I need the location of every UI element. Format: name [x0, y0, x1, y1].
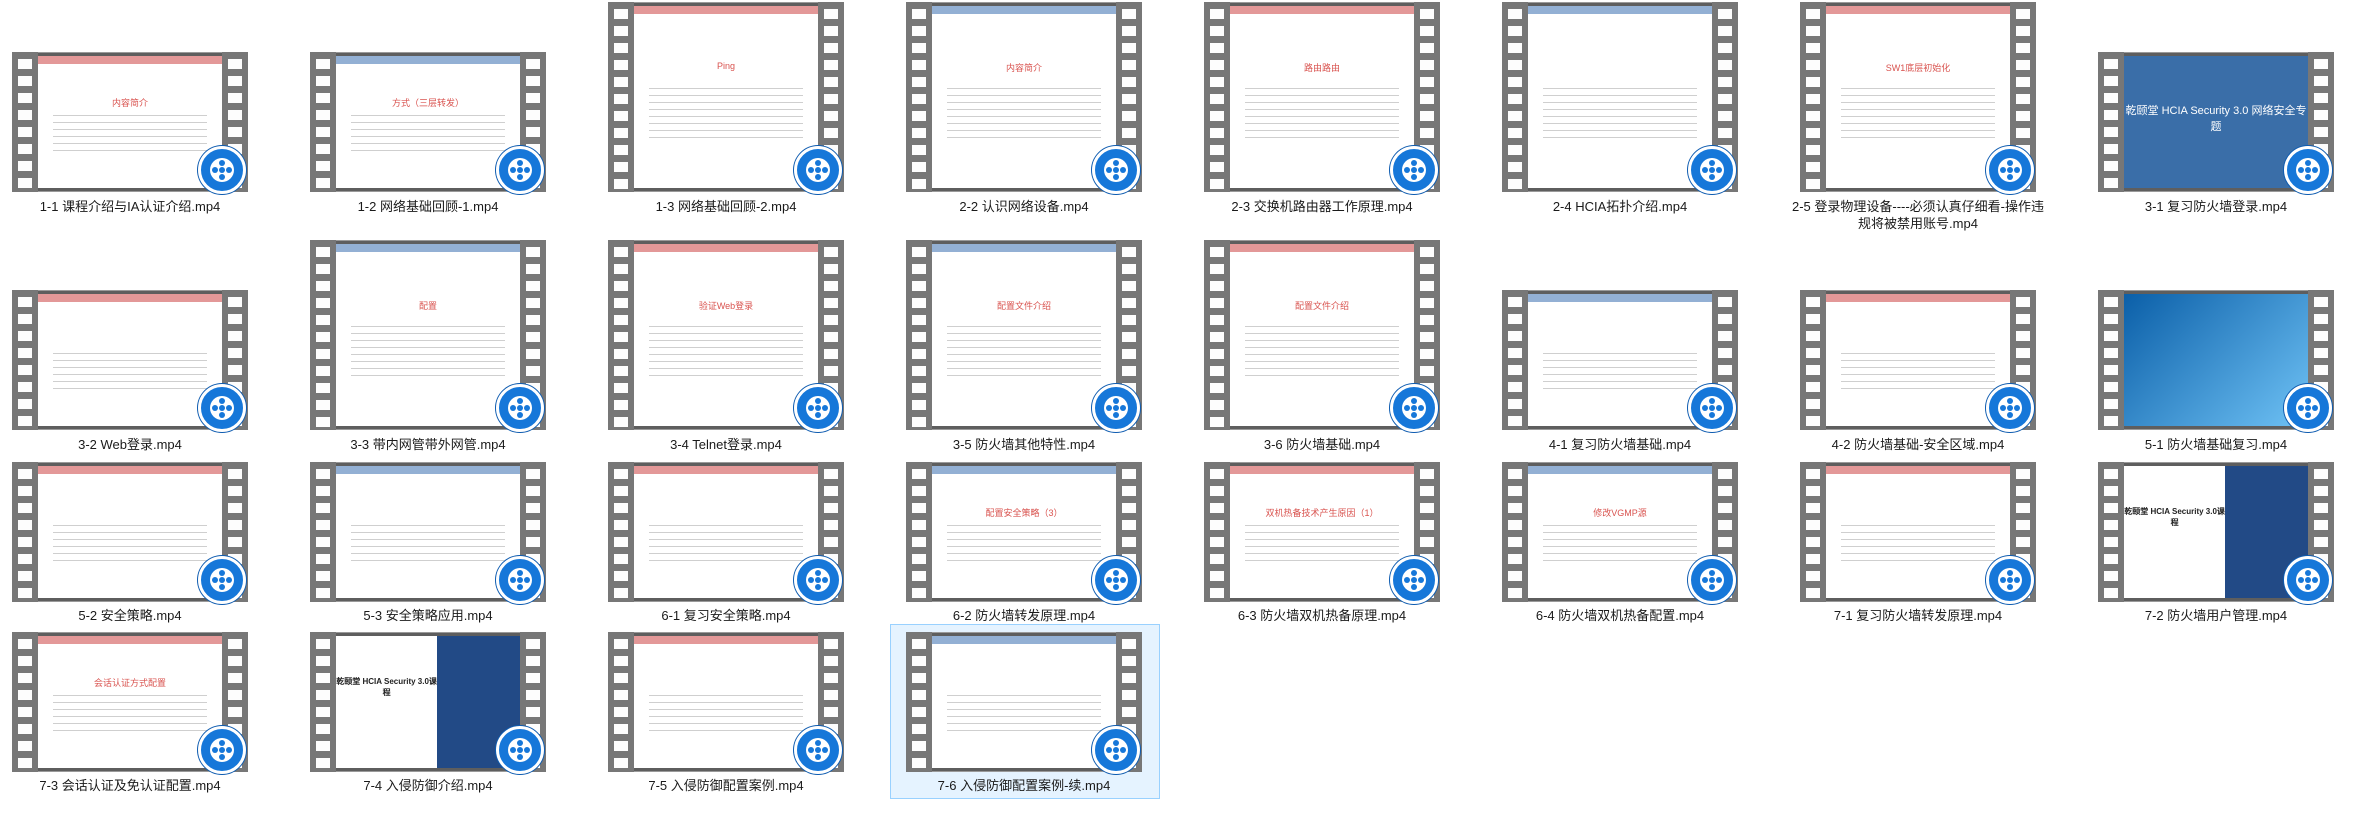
- window-toolbar: [1826, 466, 2010, 474]
- film-reel-icon: [508, 738, 532, 762]
- thumbnail-slide-title: 双机热备技术产生原因（1）: [1265, 507, 1379, 518]
- file-name-label[interactable]: 7-1 复习防火墙转发原理.mp4: [1790, 607, 2046, 624]
- film-reel-icon: [1998, 568, 2022, 592]
- slide-text-lines: [1840, 525, 1996, 565]
- file-name-label[interactable]: 6-3 防火墙双机热备原理.mp4: [1194, 607, 1450, 624]
- file-name-label[interactable]: 7-2 防火墙用户管理.mp4: [2088, 607, 2344, 624]
- film-sprocket-strip: [2098, 462, 2124, 602]
- thumbnail-screen: 乾颐堂 HCIA Security 3.0课程: [336, 636, 520, 768]
- video-file-tile[interactable]: 会话认证方式配置 7-3 会话认证及免认证配置.mp4: [2, 0, 258, 825]
- video-thumbnail: 乾颐堂 HCIA Security 3.0课程: [310, 632, 546, 774]
- film-sprocket-strip: [12, 632, 38, 772]
- slide-text-lines: [52, 695, 208, 735]
- film-sprocket-strip: [1502, 462, 1528, 602]
- video-file-tile[interactable]: 乾颐堂 HCIA Security 3.0课程 7-4 入侵防御介绍.mp4: [300, 0, 556, 825]
- video-file-tile[interactable]: 7-6 入侵防御配置案例-续.mp4: [890, 0, 1160, 825]
- thumbnail-screen: [634, 636, 818, 768]
- video-thumbnail: [1800, 462, 2036, 604]
- video-thumbnail: [906, 632, 1142, 774]
- video-file-tile[interactable]: 修改VGMP源 6-4 防火墙双机热备配置.mp4: [1492, 0, 1748, 825]
- thumbnail-slide-title: 会话认证方式配置: [93, 677, 166, 688]
- slide-text-lines: [1244, 525, 1400, 565]
- window-toolbar: [634, 636, 818, 644]
- video-thumbnail: 乾颐堂 HCIA Security 3.0课程: [2098, 462, 2334, 604]
- file-name-label[interactable]: 6-4 防火墙双机热备配置.mp4: [1492, 607, 1748, 624]
- window-toolbar: [1230, 466, 1414, 474]
- thumbnail-screen: 会话认证方式配置: [38, 636, 222, 768]
- video-thumbnail: [608, 632, 844, 774]
- film-sprocket-strip: [1204, 462, 1230, 602]
- film-reel-icon: [1402, 568, 1426, 592]
- video-thumbnail: 双机热备技术产生原因（1）: [1204, 462, 1440, 604]
- film-reel-icon: [2296, 568, 2320, 592]
- video-thumbnail: 会话认证方式配置: [12, 632, 248, 774]
- video-thumbnail: 修改VGMP源: [1502, 462, 1738, 604]
- thumbnail-screen: [1826, 466, 2010, 598]
- film-reel-icon: [806, 738, 830, 762]
- video-player-badge-icon: [496, 726, 544, 774]
- film-sprocket-strip: [608, 632, 634, 772]
- video-player-badge-icon: [1986, 556, 2034, 604]
- video-file-tile[interactable]: 7-1 复习防火墙转发原理.mp4: [1790, 0, 2046, 825]
- thumbnail-screen: 修改VGMP源: [1528, 466, 1712, 598]
- video-file-tile[interactable]: 双机热备技术产生原因（1） 6-3 防火墙双机热备原理.mp4: [1194, 0, 1450, 825]
- film-sprocket-strip: [310, 632, 336, 772]
- thumbnail-screen: [932, 636, 1116, 768]
- file-name-label[interactable]: 7-6 入侵防御配置案例-续.mp4: [896, 777, 1152, 794]
- file-name-label[interactable]: 7-3 会话认证及免认证配置.mp4: [2, 777, 258, 794]
- film-reel-icon: [1104, 738, 1128, 762]
- film-sprocket-strip: [906, 632, 932, 772]
- window-toolbar: [38, 636, 222, 644]
- window-toolbar: [1528, 466, 1712, 474]
- video-player-badge-icon: [794, 726, 842, 774]
- slide-text-lines: [946, 695, 1102, 735]
- file-name-label[interactable]: 7-4 入侵防御介绍.mp4: [300, 777, 556, 794]
- film-sprocket-strip: [1800, 462, 1826, 602]
- thumbnail-screen: 双机热备技术产生原因（1）: [1230, 466, 1414, 598]
- thumbnail-slide-title: 乾颐堂 HCIA Security 3.0课程: [2124, 506, 2225, 527]
- thumbnail-slide-title: 修改VGMP源: [1593, 507, 1647, 518]
- video-file-tile[interactable]: 7-5 入侵防御配置案例.mp4: [598, 0, 854, 825]
- video-player-badge-icon: [2284, 556, 2332, 604]
- thumbnail-screen: 乾颐堂 HCIA Security 3.0课程: [2124, 466, 2308, 598]
- video-player-badge-icon: [198, 726, 246, 774]
- slide-text-lines: [648, 695, 804, 735]
- film-reel-icon: [210, 738, 234, 762]
- thumbnail-slide-title: 乾颐堂 HCIA Security 3.0课程: [336, 676, 437, 697]
- video-file-tile[interactable]: 乾颐堂 HCIA Security 3.0课程 7-2 防火墙用户管理.mp4: [2088, 0, 2344, 825]
- window-toolbar: [932, 636, 1116, 644]
- file-name-label[interactable]: 7-5 入侵防御配置案例.mp4: [598, 777, 854, 794]
- video-player-badge-icon: [1390, 556, 1438, 604]
- video-player-badge-icon: [1688, 556, 1736, 604]
- video-player-badge-icon: [1092, 726, 1140, 774]
- slide-text-lines: [1542, 525, 1698, 565]
- film-reel-icon: [1700, 568, 1724, 592]
